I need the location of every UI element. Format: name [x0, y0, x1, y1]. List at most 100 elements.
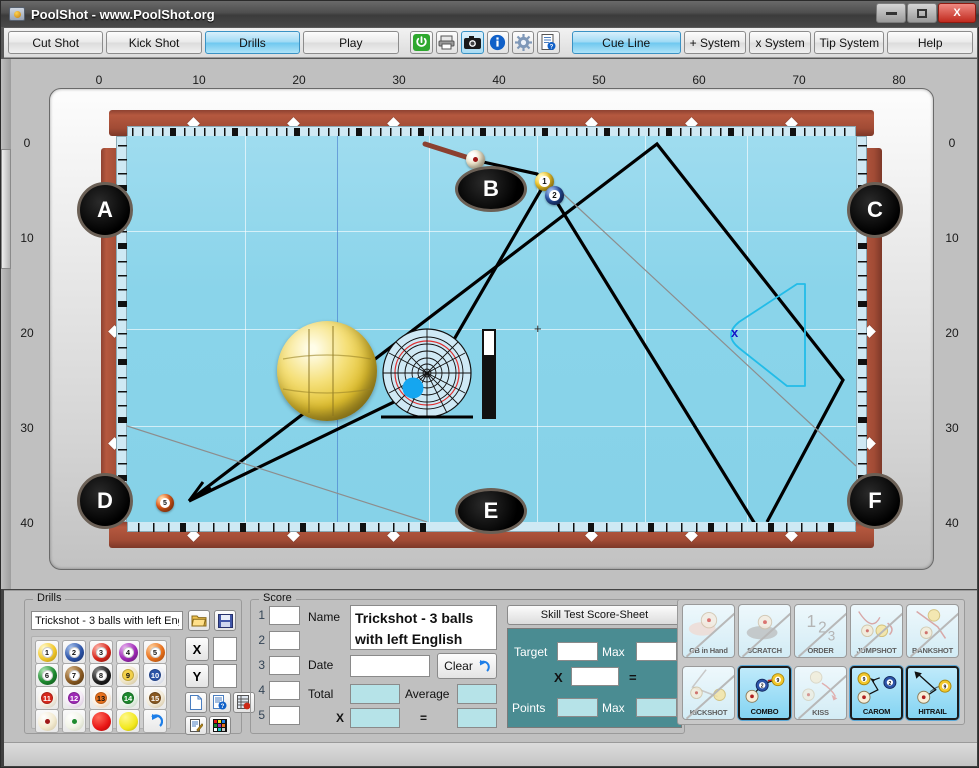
shot-type-jumpshot[interactable]: JUMPSHOT — [850, 604, 903, 658]
target-input[interactable] — [557, 642, 598, 661]
y-coordinate-button[interactable]: Y — [185, 664, 209, 688]
pocket-c[interactable]: C — [847, 182, 903, 238]
ball-button-12[interactable]: 12 — [62, 686, 86, 710]
page-help-icon[interactable]: ? — [209, 692, 231, 713]
target-max-input[interactable] — [636, 642, 677, 661]
power-meter[interactable] — [482, 329, 496, 419]
name-label: Name — [308, 610, 341, 624]
shot-type-carom[interactable]: 9 2 CAROM — [850, 666, 903, 720]
shot-type-kiss[interactable]: KISS — [794, 666, 847, 720]
date-input[interactable] — [350, 655, 430, 677]
drill-name-display[interactable]: Trickshot - 3 balls with left English — [350, 605, 497, 650]
svg-text:9: 9 — [944, 685, 947, 691]
y-coordinate-input[interactable] — [213, 664, 237, 688]
cue-ball-red-dot-button[interactable] — [35, 709, 59, 733]
document-help-icon[interactable]: ? — [537, 31, 560, 54]
ball-2[interactable]: 2 — [545, 186, 564, 205]
pocket-b[interactable]: B — [455, 166, 527, 212]
ball-button-8[interactable]: 8 — [89, 663, 113, 687]
tab-cut-shot[interactable]: Cut Shot — [8, 31, 104, 54]
x-coordinate-button[interactable]: X — [185, 637, 209, 661]
drill-name-input[interactable] — [31, 611, 183, 630]
score-row-3-input[interactable] — [269, 656, 300, 675]
spin-target-grid[interactable] — [381, 327, 473, 419]
ball-button-7[interactable]: 7 — [62, 663, 86, 687]
minimize-button[interactable] — [876, 3, 906, 23]
red-ball-button[interactable] — [89, 709, 113, 733]
power-icon[interactable] — [410, 31, 433, 54]
ball-button-10[interactable]: 10 — [143, 663, 167, 687]
shot-type-cb-in-hand[interactable]: CB in Hand — [682, 604, 735, 658]
ball-9-icon: 9 — [118, 665, 138, 685]
shot-type-kickshot[interactable]: KICKSHOT — [682, 666, 735, 720]
ball-button-1[interactable]: 1 — [35, 640, 59, 664]
ball-button-15[interactable]: 15 — [143, 686, 167, 710]
pocket-d[interactable]: D — [77, 473, 133, 529]
info-icon[interactable] — [486, 31, 510, 54]
cue-ball-preview — [277, 321, 377, 421]
shot-type-hitrail[interactable]: 9 HITRAIL — [906, 666, 959, 720]
ball-button-4[interactable]: 4 — [116, 640, 140, 664]
ball-button-3[interactable]: 3 — [89, 640, 113, 664]
ball-button-6[interactable]: 6 — [35, 663, 59, 687]
target-marker-x: x — [731, 325, 739, 340]
undo-arrow-icon — [151, 714, 163, 727]
print-icon[interactable] — [435, 31, 459, 54]
tab-drills[interactable]: Drills — [204, 31, 301, 54]
target-label: Target — [514, 645, 548, 659]
ball-5[interactable]: 5 — [156, 494, 174, 512]
maximize-button[interactable] — [907, 3, 937, 23]
scrollbar-thumb[interactable] — [1, 149, 11, 269]
english-spin-widget[interactable] — [277, 321, 497, 426]
svg-text:?: ? — [221, 704, 225, 710]
clear-button[interactable]: Clear — [437, 653, 497, 679]
title-bar: PoolShot - www.PoolShot.org X — [1, 1, 979, 27]
ball-button-14[interactable]: 14 — [116, 686, 140, 710]
help-button[interactable]: Help — [887, 31, 973, 54]
ball-11-icon: 11 — [37, 688, 57, 708]
x-coordinate-input[interactable] — [213, 637, 237, 661]
shot-type-combo[interactable]: 2 9 COMBO — [738, 666, 791, 720]
tab-kick-shot[interactable]: Kick Shot — [106, 31, 202, 54]
camera-icon[interactable] — [461, 31, 484, 54]
shot-type-order[interactable]: 123 ORDER — [794, 604, 847, 658]
edit-notes-icon[interactable] — [185, 716, 207, 735]
close-button[interactable]: X — [938, 3, 976, 23]
table-canvas-area[interactable]: 0 10 20 30 40 50 60 70 80 0 10 20 30 40 … — [4, 59, 977, 589]
undo-arrow-icon — [479, 660, 490, 672]
undo-button[interactable] — [143, 709, 167, 733]
tab-play[interactable]: Play — [303, 31, 399, 54]
power-meter-fill — [484, 355, 494, 417]
skill-test-score-sheet-button[interactable]: Skill Test Score-Sheet — [507, 605, 682, 625]
skill-multiplier-input[interactable] — [571, 667, 619, 686]
score-row-4-input[interactable] — [269, 681, 300, 700]
open-folder-icon[interactable] — [188, 610, 210, 631]
new-page-icon[interactable] — [185, 692, 207, 713]
score-row-5-input[interactable] — [269, 706, 300, 725]
plus-system-button[interactable]: + System — [683, 31, 746, 54]
ball-button-11[interactable]: 11 — [35, 686, 59, 710]
ball-button-5[interactable]: 5 — [143, 640, 167, 664]
points-label: Points — [512, 701, 546, 715]
ball-button-9[interactable]: 9 — [116, 663, 140, 687]
pocket-e[interactable]: E — [455, 488, 527, 534]
color-palette-icon[interactable] — [209, 716, 231, 735]
yellow-ball-button[interactable] — [116, 709, 140, 733]
points-max-label: Max — [602, 701, 625, 715]
vertical-scrollbar[interactable] — [1, 59, 11, 589]
cue-line-button[interactable]: Cue Line — [571, 31, 681, 54]
ball-button-13[interactable]: 13 — [89, 686, 113, 710]
ball-button-2[interactable]: 2 — [62, 640, 86, 664]
score-row-2-input[interactable] — [269, 631, 300, 650]
settings-gear-icon[interactable] — [512, 31, 535, 54]
shot-type-scratch[interactable]: SCRATCH — [738, 604, 791, 658]
pool-table[interactable]: + + — [49, 88, 934, 570]
pocket-f[interactable]: F — [847, 473, 903, 529]
x-system-button[interactable]: x System — [748, 31, 812, 54]
score-row-1-input[interactable] — [269, 606, 300, 625]
pocket-a[interactable]: A — [77, 182, 133, 238]
cue-ball-green-dot-button[interactable] — [62, 709, 86, 733]
save-disk-icon[interactable] — [214, 610, 236, 631]
shot-type-bankshot[interactable]: BANKSHOT — [906, 604, 959, 658]
tip-system-button[interactable]: Tip System — [814, 31, 885, 54]
